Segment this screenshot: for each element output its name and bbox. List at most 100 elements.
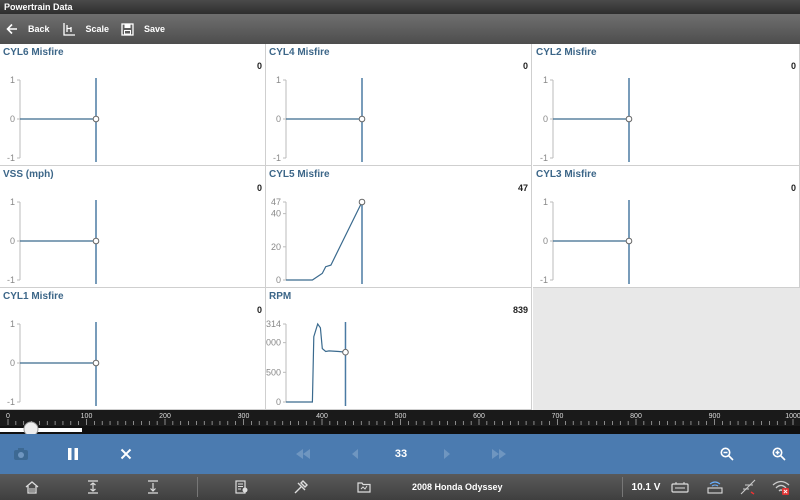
panel-rpm[interactable]: 1314 1000 500 0 RPM 839 xyxy=(266,288,532,410)
y-tick-label: 1 xyxy=(276,75,281,85)
panel-cyl6-misfire[interactable]: 1 0 -1 CYL6 Misfire 0 xyxy=(0,44,266,166)
timeline-tick-label: 700 xyxy=(552,413,564,420)
timeline-tick-label: 300 xyxy=(238,413,250,420)
panel-title: CYL1 Misfire xyxy=(3,291,64,302)
home-button[interactable] xyxy=(22,474,42,500)
separator xyxy=(622,477,623,497)
panel-graph: 1 0 -1 xyxy=(7,319,100,407)
zoom-in-button[interactable] xyxy=(768,434,790,474)
timeline-tick-label: 500 xyxy=(395,413,407,420)
cursor-point xyxy=(92,115,100,123)
camera-button[interactable] xyxy=(8,434,34,474)
panel-graph: 47 40 20 0 xyxy=(271,197,366,285)
panel-graph: 1 0 -1 xyxy=(540,197,633,285)
panel-title: CYL3 Misfire xyxy=(536,169,597,180)
tools-button[interactable] xyxy=(292,474,310,500)
data-folder-button[interactable] xyxy=(355,474,373,500)
timeline-tick-label: 800 xyxy=(630,413,642,420)
y-tick-label: 0 xyxy=(276,275,281,285)
panel-cyl2-misfire[interactable]: 1 0 -1 CYL2 Misfire 0 xyxy=(533,44,800,166)
y-tick-label: 40 xyxy=(271,209,281,219)
cursor-point xyxy=(342,348,349,356)
panel-value: 0 xyxy=(256,61,262,71)
step-forward-button[interactable] xyxy=(437,434,457,474)
cursor-point xyxy=(92,237,100,245)
cursor-point xyxy=(358,198,366,206)
home-icon xyxy=(25,480,39,494)
vehicle-name: 2008 Honda Odyssey xyxy=(412,482,503,492)
zoom-out-button[interactable] xyxy=(716,434,738,474)
expand-button[interactable] xyxy=(84,474,102,500)
fast-forward-button[interactable] xyxy=(488,434,510,474)
save-button[interactable]: Save xyxy=(115,14,171,44)
voltage-readout: 10.1 V xyxy=(631,481,661,493)
playback-bar: 33 xyxy=(0,434,800,474)
y-tick-label: 0 xyxy=(10,358,15,368)
timeline-tick-label: 1000 xyxy=(785,413,800,420)
report-button[interactable] xyxy=(232,474,250,500)
step-back-button[interactable] xyxy=(345,434,365,474)
panel-cyl1-misfire[interactable]: 1 0 -1 CYL1 Misfire 0 xyxy=(0,288,266,410)
wifi-status[interactable] xyxy=(770,474,792,500)
y-tick-label: 0 xyxy=(543,114,548,124)
signal-status[interactable] xyxy=(738,474,758,500)
wifi-icon xyxy=(772,480,790,495)
y-tick-label: 1 xyxy=(543,197,548,207)
empty-panel xyxy=(533,288,800,410)
panel-title: CYL2 Misfire xyxy=(536,47,597,58)
rewind-button[interactable] xyxy=(292,434,314,474)
rewind-icon xyxy=(296,449,310,459)
panel-vss[interactable]: 1 0 -1 VSS (mph) 0 xyxy=(0,166,266,288)
y-tick-label: -1 xyxy=(540,153,548,163)
timeline-thumb[interactable] xyxy=(23,421,39,437)
panel-cyl4-misfire[interactable]: 1 0 -1 CYL4 Misfire 0 xyxy=(266,44,532,166)
scale-icon xyxy=(62,23,75,36)
collapse-button[interactable] xyxy=(144,474,162,500)
back-label: Back xyxy=(28,24,50,34)
timeline-tick-label: 400 xyxy=(316,413,328,420)
panel-title: CYL6 Misfire xyxy=(3,47,64,58)
y-tick-label: 0 xyxy=(276,397,281,407)
y-tick-label: 0 xyxy=(276,114,281,124)
folder-icon xyxy=(357,482,371,493)
scale-button[interactable]: Scale xyxy=(56,14,116,44)
panel-cyl3-misfire[interactable]: 1 0 -1 CYL3 Misfire 0 xyxy=(533,166,800,288)
no-signal-icon xyxy=(740,479,756,495)
save-icon xyxy=(121,22,134,36)
panel-title: CYL5 Misfire xyxy=(269,169,330,180)
wireless-link-icon xyxy=(707,481,723,494)
y-tick-label: -1 xyxy=(7,397,15,407)
step-back-icon xyxy=(352,449,358,459)
tools-icon xyxy=(294,480,308,494)
cursor-point xyxy=(92,359,100,367)
connection-status[interactable] xyxy=(704,474,726,500)
panel-graph: 1 0 -1 xyxy=(7,75,100,163)
panel-graph: 1 0 -1 xyxy=(273,75,366,163)
close-icon xyxy=(120,448,132,460)
battery-voltage: 10.1 V xyxy=(628,474,664,500)
y-tick-label: -1 xyxy=(7,275,15,285)
panel-title: CYL4 Misfire xyxy=(269,47,330,58)
vehicle-id: 2008 Honda Odyssey xyxy=(412,474,522,500)
timeline-buffer xyxy=(0,428,82,432)
y-tick-label: 1000 xyxy=(266,338,281,348)
y-tick-label: 1314 xyxy=(266,319,281,329)
panel-title: RPM xyxy=(269,291,292,302)
timeline-scrubber[interactable]: 0 100 200 300 400 500 600 700 800 900 1000 xyxy=(0,410,800,437)
window-title: Powertrain Data xyxy=(0,0,800,14)
back-button[interactable]: Back xyxy=(0,14,56,44)
panel-value: 0 xyxy=(790,61,796,71)
timeline-track xyxy=(0,426,800,434)
pause-button[interactable] xyxy=(62,434,84,474)
vci-status[interactable] xyxy=(669,474,691,500)
panel-cyl5-misfire[interactable]: 47 40 20 0 CYL5 Misfire 47 xyxy=(266,166,532,288)
timeline-tick-label: 100 xyxy=(81,413,93,420)
camera-icon xyxy=(14,448,28,460)
clear-button[interactable] xyxy=(115,434,137,474)
y-tick-label: -1 xyxy=(7,153,15,163)
panel-graph: 1 0 -1 xyxy=(540,75,633,163)
frame-number: 33 xyxy=(394,448,408,460)
frame-counter: 33 xyxy=(386,434,416,474)
timeline-tick-label: 200 xyxy=(159,413,171,420)
panel-value: 47 xyxy=(517,183,528,193)
